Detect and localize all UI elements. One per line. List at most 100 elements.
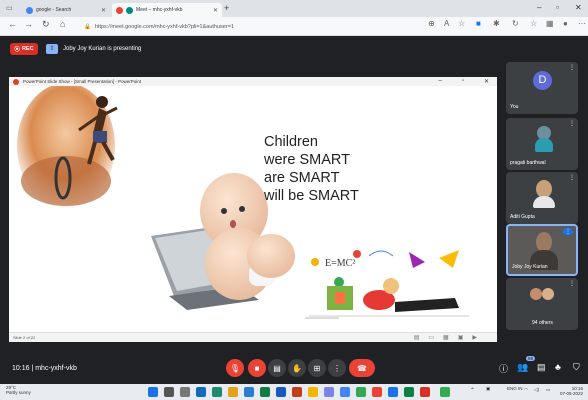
- weather-widget[interactable]: 29°C Partly sunny: [6, 385, 31, 395]
- app-icon[interactable]: [404, 387, 414, 397]
- people-icon[interactable]: 👥: [517, 362, 528, 373]
- slide-sorter-icon[interactable]: ▦: [443, 334, 449, 341]
- avatar: [542, 288, 554, 300]
- mic-off-icon[interactable]: 🎙: [226, 359, 244, 377]
- favorites-icon[interactable]: ☆: [530, 19, 537, 28]
- menu-icon[interactable]: ⋯: [578, 19, 586, 28]
- close-icon[interactable]: ✕: [484, 78, 489, 85]
- read-aloud-icon[interactable]: A: [444, 19, 449, 28]
- minimize-icon[interactable]: –: [537, 3, 541, 12]
- slide-line-1: Children: [264, 134, 318, 150]
- refresh-icon[interactable]: ↻: [512, 19, 519, 28]
- app-icon[interactable]: [420, 387, 430, 397]
- presenting-banner: ⇧ Joby Joy Kurian is presenting: [46, 43, 141, 55]
- extension-icon[interactable]: ■: [476, 19, 481, 28]
- tray-overflow-icon[interactable]: ⌃: [470, 387, 475, 394]
- close-window-icon[interactable]: ✕: [575, 3, 582, 12]
- slide-line-3: are SMART: [264, 170, 340, 186]
- collections-icon[interactable]: ▦: [546, 19, 554, 28]
- more-options-icon[interactable]: ⋮: [328, 359, 346, 377]
- chrome-icon[interactable]: [308, 387, 318, 397]
- tab-label: google - Search: [36, 7, 72, 13]
- edge-icon[interactable]: [212, 387, 222, 397]
- end-call-icon[interactable]: ☎: [349, 359, 375, 377]
- participant-tile[interactable]: ⋮ pragati barthwal: [506, 118, 578, 170]
- participant-tile-others[interactable]: ⋮ 94 others: [506, 278, 578, 330]
- participant-name: Aditi Gupta: [510, 214, 535, 220]
- clock[interactable]: 10:16 07-05-2022: [560, 386, 583, 396]
- formula-text: E=MC²: [325, 258, 355, 269]
- activities-icon[interactable]: ♣: [555, 362, 561, 372]
- close-tab-icon[interactable]: ✕: [101, 7, 106, 14]
- word-icon[interactable]: [276, 387, 286, 397]
- start-icon[interactable]: [148, 387, 158, 397]
- participant-tile-presenter[interactable]: ⋮ Joby Joy Kurian: [506, 224, 578, 276]
- powerpoint-icon: [13, 78, 19, 85]
- task-view-icon[interactable]: [180, 387, 190, 397]
- star-icon[interactable]: ☆: [458, 19, 465, 28]
- tile-menu-icon[interactable]: ⋮: [569, 64, 575, 71]
- new-tab-button[interactable]: +: [224, 3, 229, 13]
- meet-tray-icon[interactable]: ▣: [486, 386, 490, 392]
- avatar: [536, 232, 552, 252]
- meet-icon: [126, 6, 133, 14]
- participant-name: Joby Joy Kurian: [512, 264, 548, 270]
- tab-meet[interactable]: Meet – mhc-yxhf-vkb ✕: [112, 3, 222, 17]
- app-icon[interactable]: [372, 387, 382, 397]
- tile-menu-icon[interactable]: ⋮: [569, 174, 575, 181]
- participant-name: 94 others: [532, 320, 553, 326]
- app-icon[interactable]: [388, 387, 398, 397]
- captions-icon[interactable]: ▤: [268, 359, 286, 377]
- file-explorer-icon[interactable]: [228, 387, 238, 397]
- present-icon[interactable]: ⊞: [308, 359, 326, 377]
- volume-icon[interactable]: ◁): [534, 387, 539, 393]
- widgets-icon[interactable]: [196, 387, 206, 397]
- participant-tile[interactable]: ⋮ Aditi Gupta: [506, 172, 578, 224]
- reload-icon[interactable]: ↻: [42, 19, 50, 30]
- camera-off-icon[interactable]: ■: [248, 359, 266, 377]
- forward-icon[interactable]: →: [24, 19, 33, 29]
- close-tab-icon[interactable]: ✕: [213, 7, 218, 14]
- participant-tile-you[interactable]: D ⋮ You: [506, 62, 578, 114]
- maximize-icon[interactable]: ▫: [462, 78, 464, 85]
- home-icon[interactable]: ⌂: [60, 19, 65, 29]
- app-icon[interactable]: [440, 387, 450, 397]
- google-icon: [26, 6, 33, 14]
- store-icon[interactable]: [244, 387, 254, 397]
- normal-view-icon[interactable]: ▭: [428, 334, 434, 341]
- address-bar[interactable]: 🔒 https://meet.google.com/mhc-yxhf-vkb?p…: [80, 20, 410, 33]
- wifi-icon[interactable]: ◠: [524, 387, 528, 393]
- raise-hand-icon[interactable]: ✋: [288, 359, 306, 377]
- tile-menu-icon[interactable]: ⋮: [569, 120, 575, 127]
- minimize-icon[interactable]: –: [438, 78, 441, 85]
- profile-icon[interactable]: ●: [563, 19, 568, 28]
- maximize-icon[interactable]: ▫: [556, 3, 559, 12]
- slideshow-icon[interactable]: ▶: [472, 334, 477, 341]
- people-count-badge: 99: [526, 356, 536, 361]
- reading-view-icon[interactable]: ▣: [458, 334, 464, 341]
- participant-name: pragati barthwal: [510, 160, 546, 166]
- language-indicator[interactable]: ENG IN: [507, 386, 523, 391]
- page-info-icon[interactable]: ⊕: [428, 19, 435, 28]
- app-icon[interactable]: [356, 387, 366, 397]
- tab-google-search[interactable]: google - Search ✕: [22, 3, 110, 17]
- tab-actions-icon[interactable]: ▭: [6, 4, 13, 12]
- record-dot-icon: ⦿: [14, 47, 20, 53]
- settings-icon[interactable]: ✱: [493, 19, 500, 28]
- search-icon[interactable]: [164, 387, 174, 397]
- back-icon[interactable]: ←: [8, 19, 17, 29]
- powerpoint-icon[interactable]: [292, 387, 302, 397]
- host-controls-icon[interactable]: ⛉: [573, 362, 580, 373]
- speaking-icon: ⋮: [563, 228, 573, 235]
- chat-icon[interactable]: ▤: [537, 362, 546, 373]
- info-icon[interactable]: ⓘ: [499, 362, 508, 375]
- window-title: PowerPoint Slide Show - [Small Presentat…: [23, 79, 142, 84]
- excel-icon[interactable]: [260, 387, 270, 397]
- tile-menu-icon[interactable]: ⋮: [569, 280, 575, 287]
- teams-icon[interactable]: [324, 387, 334, 397]
- recording-badge: ⦿ REC: [10, 43, 38, 55]
- battery-icon[interactable]: ▭: [546, 387, 550, 393]
- slide-text-block: Children were SMART are SMART will be SM…: [264, 133, 359, 205]
- notes-icon[interactable]: ▤: [414, 334, 420, 341]
- meet-app-icon[interactable]: [340, 387, 350, 397]
